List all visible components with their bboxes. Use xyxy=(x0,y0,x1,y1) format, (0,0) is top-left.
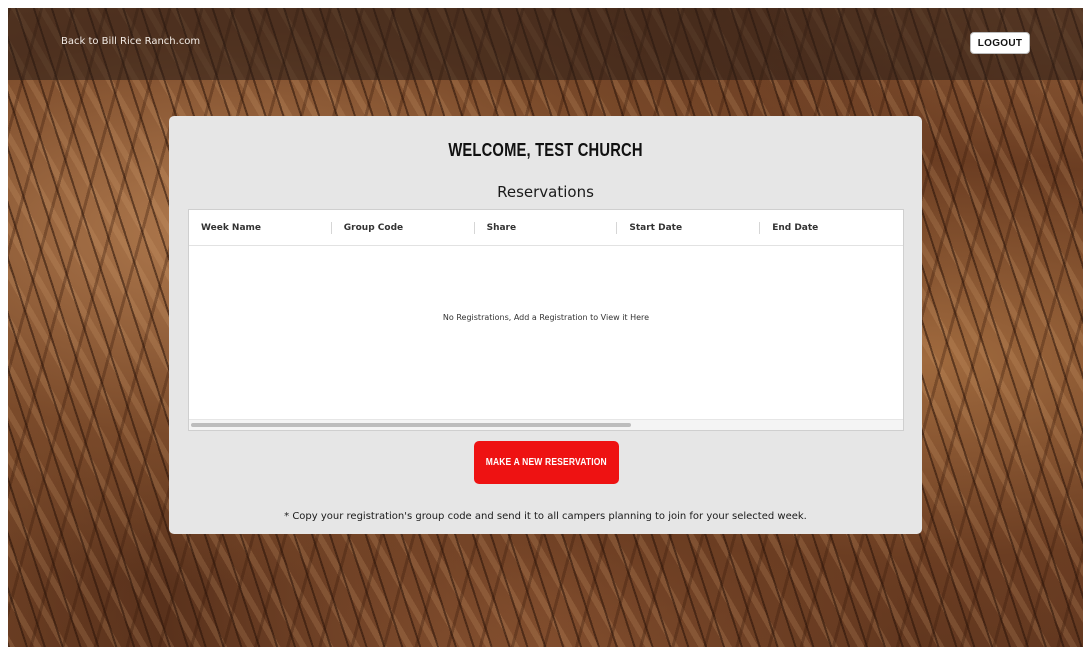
welcome-heading: WELCOME, TEST CHURCH xyxy=(448,140,643,160)
scrollbar-thumb[interactable] xyxy=(191,423,631,427)
back-to-site-link[interactable]: Back to Bill Rice Ranch.com xyxy=(61,36,200,47)
reservations-table: Week Name Group Code Share Start Date En… xyxy=(188,209,904,431)
group-code-footnote: * Copy your registration's group code an… xyxy=(284,511,807,522)
top-bar: Back to Bill Rice Ranch.com LOGOUT xyxy=(8,8,1083,80)
column-header-end-date[interactable]: End Date xyxy=(760,210,903,245)
column-header-label: Group Code xyxy=(343,222,404,233)
column-header-week-name[interactable]: Week Name xyxy=(189,210,332,245)
column-header-label: Start Date xyxy=(629,222,683,233)
column-header-label: Share xyxy=(486,222,517,233)
horizontal-scrollbar[interactable] xyxy=(189,419,903,430)
make-new-reservation-button[interactable]: MAKE A NEW RESERVATION xyxy=(474,441,619,484)
make-reservation-label: MAKE A NEW RESERVATION xyxy=(485,457,608,468)
table-header: Week Name Group Code Share Start Date En… xyxy=(189,210,903,246)
column-header-share[interactable]: Share xyxy=(475,210,618,245)
column-header-label: Week Name xyxy=(201,222,262,233)
empty-table-message: No Registrations, Add a Registration to … xyxy=(442,313,650,322)
column-header-group-code[interactable]: Group Code xyxy=(332,210,475,245)
logout-button[interactable]: LOGOUT xyxy=(970,32,1030,54)
reservations-card: WELCOME, TEST CHURCH Reservations Week N… xyxy=(169,116,922,534)
page-background: Back to Bill Rice Ranch.com LOGOUT WELCO… xyxy=(8,8,1083,647)
reservations-title: Reservations xyxy=(497,183,594,201)
column-header-label: End Date xyxy=(772,222,819,233)
column-header-start-date[interactable]: Start Date xyxy=(617,210,761,245)
